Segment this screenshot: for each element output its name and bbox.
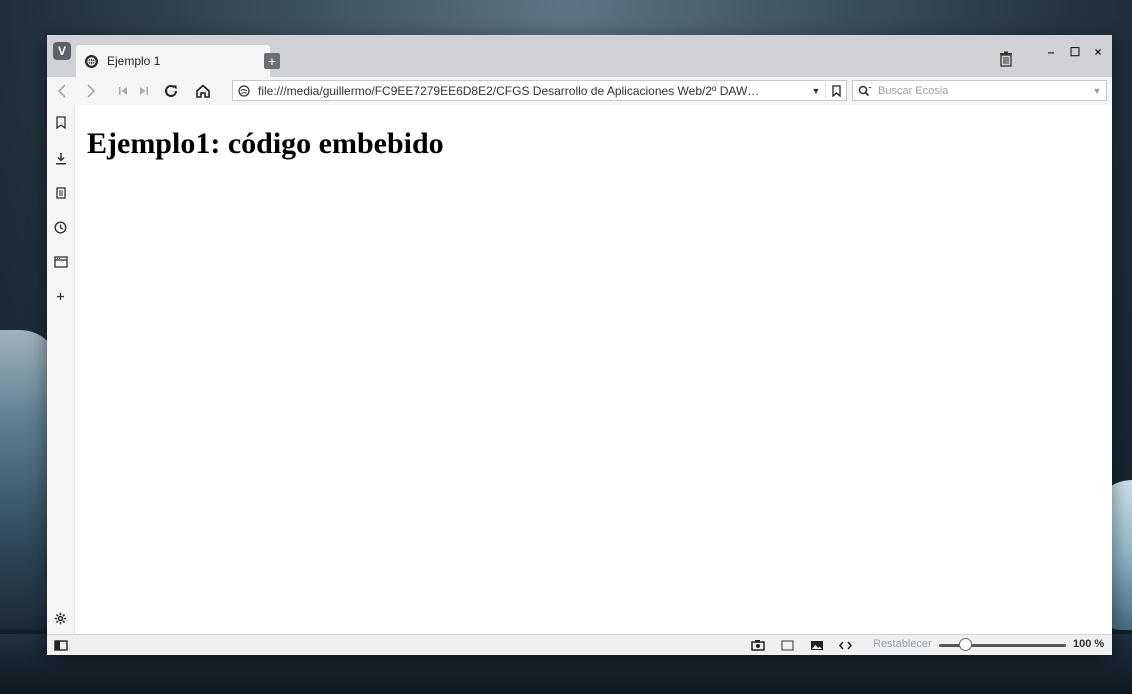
tab-bar: V Ejemplo 1 + – ☐ × <box>47 35 1112 77</box>
bookmarks-panel-icon[interactable] <box>51 113 70 132</box>
trash-icon[interactable] <box>999 51 1017 69</box>
tab-active[interactable]: Ejemplo 1 <box>76 45 270 77</box>
site-info-icon[interactable] <box>238 84 250 97</box>
globe-icon <box>85 54 98 68</box>
maximize-button[interactable]: ☐ <box>1064 43 1086 61</box>
forward-button[interactable] <box>81 81 101 101</box>
minimize-button[interactable]: – <box>1040 43 1062 61</box>
images-icon[interactable] <box>809 637 825 653</box>
rewind-button[interactable] <box>113 81 133 101</box>
search-dropdown-icon[interactable]: ▼ <box>1088 86 1106 96</box>
close-button[interactable]: × <box>1087 43 1109 61</box>
fast-forward-button[interactable] <box>134 81 154 101</box>
page-content: Ejemplo1: código embebido <box>75 105 1112 635</box>
browser-window: V Ejemplo 1 + – ☐ × file:///media/guille… <box>47 35 1112 655</box>
back-button[interactable] <box>52 81 72 101</box>
url-dropdown-icon[interactable]: ▼ <box>807 86 825 96</box>
downloads-panel-icon[interactable] <box>51 149 70 168</box>
bookmark-icon[interactable] <box>825 80 846 101</box>
home-icon[interactable] <box>193 81 213 101</box>
search-input[interactable] <box>876 83 1088 98</box>
vivaldi-menu-button[interactable]: V <box>53 42 71 60</box>
url-text: file:///media/guillermo/FC9EE7279EE6D8E2… <box>258 83 760 98</box>
settings-gear-icon[interactable] <box>51 609 70 628</box>
reload-icon[interactable] <box>161 81 181 101</box>
search-box[interactable]: ▼ <box>852 80 1107 101</box>
side-panel <box>47 105 75 635</box>
notes-panel-icon[interactable] <box>51 183 70 202</box>
status-bar: Restablecer 100 % <box>47 634 1112 655</box>
page-heading: Ejemplo1: código embebido <box>87 127 444 160</box>
zoom-level: 100 % <box>1073 638 1105 650</box>
add-panel-icon[interactable] <box>51 287 70 306</box>
address-toolbar: file:///media/guillermo/FC9EE7279EE6D8E2… <box>47 77 1112 106</box>
page-actions-icon[interactable] <box>837 637 853 653</box>
new-tab-button[interactable]: + <box>264 53 280 69</box>
zoom-reset-button[interactable]: Restablecer <box>873 638 932 650</box>
window-panel-icon[interactable] <box>51 252 70 271</box>
address-bar[interactable]: file:///media/guillermo/FC9EE7279EE6D8E2… <box>232 80 847 101</box>
zoom-slider-handle[interactable] <box>959 638 972 651</box>
screenshot-icon[interactable] <box>750 637 766 653</box>
tiling-icon[interactable] <box>779 637 795 653</box>
tab-title: Ejemplo 1 <box>107 54 161 68</box>
panel-toggle-icon[interactable] <box>53 637 69 653</box>
search-icon[interactable] <box>858 85 872 97</box>
history-panel-icon[interactable] <box>51 218 70 237</box>
